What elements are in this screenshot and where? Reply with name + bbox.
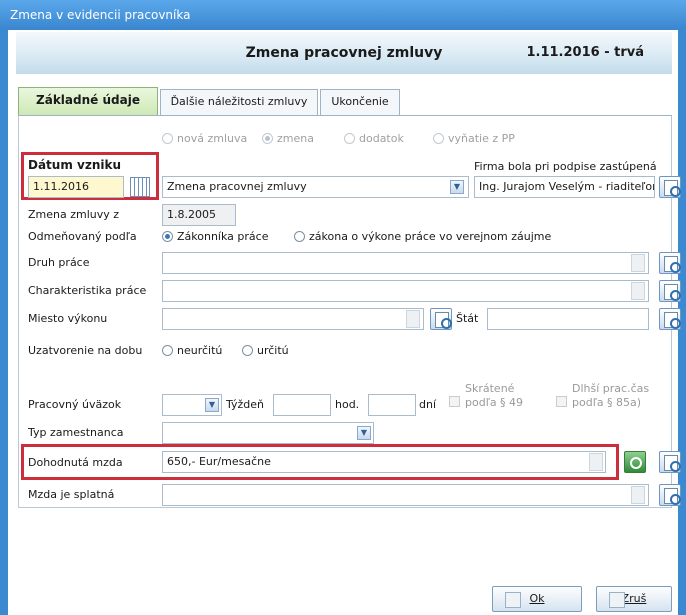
days-label: dní [419,398,437,411]
radio-dot [162,133,173,144]
radio-dot [294,231,305,242]
chevron-down-icon[interactable]: ▼ [450,180,464,194]
wage-due-label: Mzda je splatná [28,488,115,501]
tab-panel-basic: nová zmluva zmena dodatok vyňatie z PP D… [18,116,681,508]
expand-icon[interactable] [406,310,420,328]
reduced-label: Skrátené [465,382,515,395]
currency-icon[interactable] [624,451,646,473]
duration-label: Uzatvorenie na dobu [28,344,143,357]
state-label: Štát [456,312,479,325]
work-type-label: Druh práce [28,256,90,269]
radio-amendment[interactable]: dodatok [344,132,404,145]
section-header: Zmena pracovnej zmluvy 1.11.2016 - trvá [16,32,672,74]
wage-input[interactable]: 650,- Eur/mesačne [162,451,606,473]
radio-indefinite[interactable]: neurčitú [162,344,222,357]
expand-icon[interactable] [631,486,645,504]
lookup-icon[interactable] [659,451,681,473]
ok-button[interactable]: Ok [492,586,582,612]
expand-icon[interactable] [631,254,645,272]
expand-icon[interactable] [631,282,645,300]
tab-additional[interactable]: Ďalšie náležitosti zmluvy [160,89,318,115]
chevron-down-icon[interactable]: ▼ [357,426,371,440]
lookup-icon[interactable] [659,308,681,330]
window-title: Zmena v evidencii pracovníka [0,0,686,30]
tab-basic[interactable]: Základné údaje [18,87,158,116]
longer-checkbox[interactable] [556,396,567,407]
lookup-icon[interactable] [659,280,681,302]
calendar-icon[interactable] [130,177,150,197]
reduced-checkbox[interactable] [449,396,460,407]
reduced-label-2: podľa § 49 [465,396,524,409]
work-char-input[interactable] [162,280,649,302]
remunerated-label: Odmeňovaný podľa [28,230,137,243]
radio-exemption[interactable]: vyňatie z PP [433,132,515,145]
chevron-down-icon[interactable]: ▼ [205,398,219,412]
radio-dot [242,345,253,356]
lookup-icon[interactable] [659,484,681,506]
lookup-icon[interactable] [430,308,452,330]
place-input[interactable] [162,308,424,330]
radio-change[interactable]: zmena [262,132,314,145]
days-input[interactable] [368,394,416,416]
tab-termination[interactable]: Ukončenie [320,89,400,115]
header-period: 1.11.2016 - trvá [526,45,644,60]
dialog-footer: Ok Zruš [8,508,678,615]
place-label: Miesto výkonu [28,312,108,325]
radio-dot [262,133,273,144]
expand-icon[interactable] [589,453,603,471]
firm-label: Firma bola pri podpise zastúpená [474,160,657,173]
contract-name-select[interactable]: Zmena pracovnej zmluvy [162,176,469,198]
state-input[interactable] [487,308,649,330]
work-char-label: Charakteristika práce [28,284,147,297]
date-origin-input[interactable]: 1.11.2016 [28,176,124,198]
radio-dot [162,231,173,242]
lookup-icon[interactable] [659,176,681,198]
radio-fixed-term[interactable]: určitú [242,344,289,357]
firm-input[interactable]: Ing. Jurajom Veselým - riaditeľom [474,176,655,198]
radio-dot [433,133,444,144]
employee-type-label: Typ zamestnanca [28,426,124,439]
work-type-input[interactable] [162,252,649,274]
cancel-button[interactable]: Zruš [596,586,672,612]
radio-dot [162,345,173,356]
radio-dot [344,133,355,144]
dialog-window: Zmena v evidencii pracovníka Zmena praco… [0,0,686,615]
wage-label: Dohodnutá mzda [28,456,123,469]
change-from-input: 1.8.2005 [162,204,236,226]
longer-label: Dlhší prac.čas [572,382,650,395]
hours-input[interactable] [273,394,331,416]
wage-due-input[interactable] [162,484,649,506]
hours-label: hod. [335,398,360,411]
change-from-label: Zmena zmluvy z [28,208,120,221]
radio-labour-code[interactable]: Zákonníka práce [162,230,268,243]
lookup-icon[interactable] [659,252,681,274]
date-origin-label: Dátum vzniku [28,158,122,172]
dialog-client: Zmena pracovnej zmluvy 1.11.2016 - trvá … [8,30,681,615]
employee-type-select[interactable] [162,422,374,444]
week-label: Týždeň [226,398,265,411]
radio-public-interest-law[interactable]: zákona o výkone práce vo verejnom záujme [294,230,551,243]
radio-new-contract[interactable]: nová zmluva [162,132,247,145]
workload-label: Pracovný úväzok [28,398,122,411]
longer-label-2: podľa § 85a) [572,396,642,409]
